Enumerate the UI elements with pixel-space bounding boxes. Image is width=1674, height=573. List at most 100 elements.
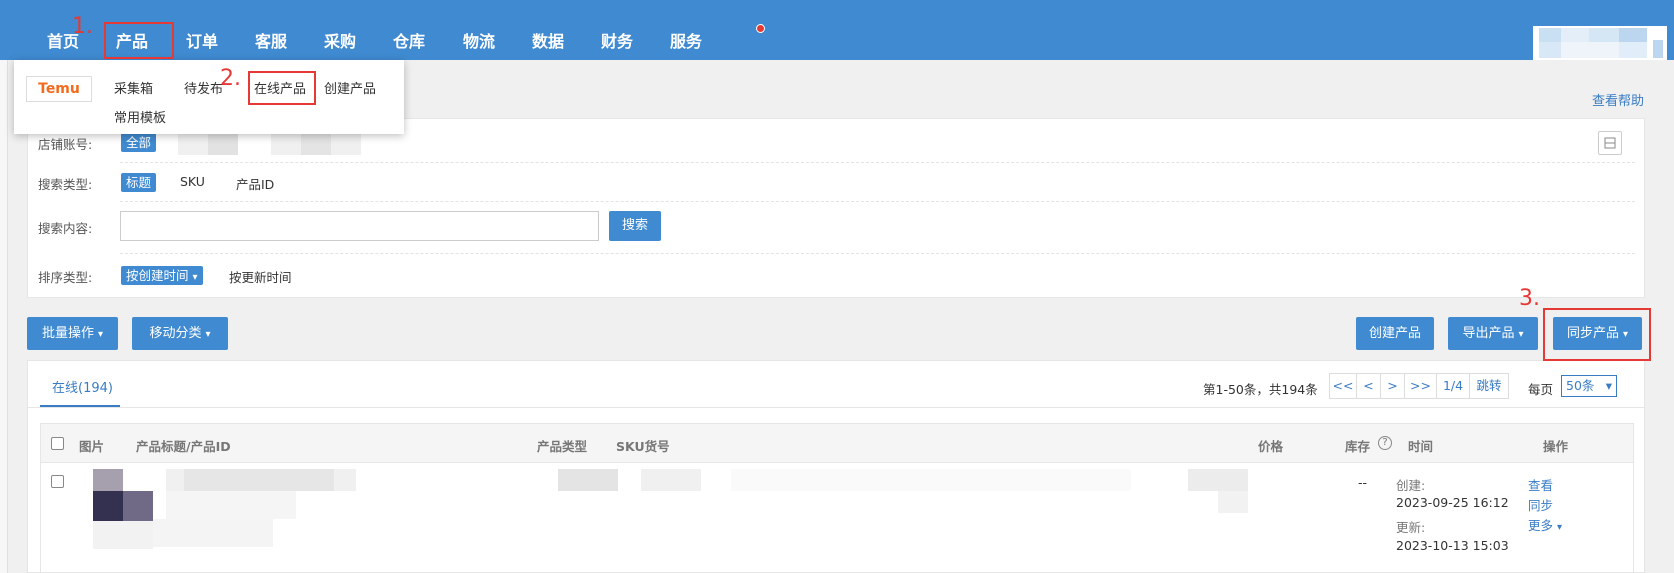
more-link-label: 更多 (1528, 518, 1554, 533)
annotation-box-sync-product (1543, 308, 1651, 361)
annotation-box-product-nav (104, 22, 174, 59)
product-dropdown-menu: Temu 采集箱 待发布 在线产品 创建产品 常用模板 (14, 60, 404, 134)
help-circle-icon[interactable]: ? (1378, 436, 1392, 450)
left-sidebar-edge (0, 60, 8, 573)
nav-item-customer-service[interactable]: 客服 (255, 28, 287, 52)
select-all-checkbox[interactable] (51, 437, 64, 450)
search-button[interactable]: 搜索 (609, 211, 661, 241)
blurred-shop-name (301, 133, 331, 155)
more-link[interactable]: 更多 ▾ (1528, 515, 1562, 534)
menu-item-create-product[interactable]: 创建产品 (324, 78, 376, 97)
pager-jump[interactable]: 跳转 (1469, 373, 1509, 399)
th-type: 产品类型 (537, 439, 588, 454)
nav-item-warehouse[interactable]: 仓库 (393, 28, 425, 52)
search-type-tag-title[interactable]: 标题 (121, 173, 157, 192)
blurred-sku (731, 469, 1131, 491)
avatar-pixel (1653, 40, 1663, 58)
pager-next[interactable]: > (1380, 373, 1405, 399)
shop-account-label: 店铺账号: (38, 137, 93, 152)
avatar-pixel (1539, 28, 1561, 42)
th-time: 时间 (1408, 439, 1434, 454)
created-label: 创建: (1396, 478, 1426, 493)
chevron-down-icon: ▾ (1518, 329, 1524, 340)
shop-tag-all[interactable]: 全部 (121, 133, 157, 152)
chevron-down-icon: ▾ (205, 329, 211, 340)
blurred-product-title (153, 519, 273, 547)
per-page-label: 每页 (1528, 382, 1554, 397)
annotation-1: 1. (72, 14, 93, 39)
sort-tag-label: 按创建时间 (126, 268, 189, 283)
product-image[interactable] (93, 469, 123, 491)
blurred-product-title (166, 491, 296, 519)
notification-dot (756, 24, 765, 33)
table-row: -- 创建: 2023-09-25 16:12 更新: 2023-10-13 1… (40, 463, 1634, 573)
per-page-value: 50条 (1566, 378, 1595, 393)
user-avatar-area[interactable] (1533, 26, 1667, 60)
menu-item-pending-publish[interactable]: 待发布 (184, 78, 223, 97)
chevron-down-icon: ▾ (1557, 522, 1563, 533)
pager-first[interactable]: << (1329, 373, 1357, 399)
nav-item-service[interactable]: 服务 (670, 28, 702, 52)
blurred-product-type (558, 469, 618, 491)
th-ops: 操作 (1543, 439, 1569, 454)
updated-label: 更新: (1396, 520, 1426, 535)
top-nav: 首页 产品 订单 客服 采购 仓库 物流 数据 财务 服务 (0, 0, 1674, 60)
search-type-option-sku[interactable]: SKU (180, 174, 205, 189)
pager-last[interactable]: >> (1404, 373, 1437, 399)
temu-logo: Temu (26, 76, 92, 102)
sync-link[interactable]: 同步 (1528, 495, 1553, 514)
move-category-button[interactable]: 移动分类 ▾ (132, 317, 228, 350)
avatar-pixel (1539, 42, 1561, 58)
annotation-box-online-products (248, 71, 316, 105)
nav-item-purchase[interactable]: 采购 (324, 28, 356, 52)
nav-item-logistics[interactable]: 物流 (463, 28, 495, 52)
view-link[interactable]: 查看 (1528, 475, 1553, 494)
search-type-option-product-id[interactable]: 产品ID (236, 174, 274, 193)
filter-panel: 店铺账号: 全部 搜索类型: 标题 SKU 产品ID 搜索内容: 搜索 排序类型… (27, 118, 1645, 298)
search-input[interactable] (120, 211, 599, 241)
nav-item-data[interactable]: 数据 (532, 28, 564, 52)
per-page-select[interactable]: 50条 ▾ (1561, 375, 1617, 397)
tab-divider (28, 407, 1644, 408)
divider (120, 162, 1635, 163)
blurred-price (1218, 491, 1248, 513)
created-time: 2023-09-25 16:12 (1396, 495, 1509, 510)
th-price: 价格 (1258, 439, 1284, 454)
updated-time: 2023-10-13 15:03 (1396, 538, 1509, 553)
blurred-sku (641, 469, 701, 491)
stock-value: -- (1358, 475, 1368, 490)
divider (120, 201, 1635, 202)
help-link[interactable]: 查看帮助 (1592, 90, 1644, 109)
th-sku: SKU货号 (616, 439, 670, 454)
table-header: 图片 产品标题/产品ID 产品类型 SKU货号 价格 库存 ? 时间 操作 (40, 423, 1634, 463)
menu-item-collect-box[interactable]: 采集箱 (114, 78, 153, 97)
row-checkbox[interactable] (51, 475, 64, 488)
nav-item-order[interactable]: 订单 (186, 28, 218, 52)
tab-online[interactable]: 在线(194) (52, 377, 113, 396)
caret-down-icon: ▾ (192, 272, 198, 283)
nav-item-finance[interactable]: 财务 (601, 28, 633, 52)
pager-prev[interactable]: < (1356, 373, 1381, 399)
batch-operation-label: 批量操作 (41, 326, 94, 341)
avatar-pixel (1561, 28, 1589, 42)
move-category-label: 移动分类 (149, 326, 202, 341)
annotation-3: 3. (1519, 286, 1540, 311)
th-image: 图片 (79, 439, 105, 454)
product-image (93, 521, 153, 549)
create-product-button[interactable]: 创建产品 (1356, 317, 1434, 350)
export-product-label: 导出产品 (1462, 326, 1515, 341)
product-table-card: 在线(194) 第1-50条，共194条 << < > >> 1/4 跳转 每页… (27, 360, 1645, 573)
blurred-product-title (184, 469, 334, 491)
menu-item-common-templates[interactable]: 常用模板 (114, 107, 166, 126)
collapse-icon[interactable] (1598, 131, 1622, 155)
sort-tag-created-time[interactable]: 按创建时间 ▾ (121, 266, 203, 285)
annotation-2: 2. (220, 66, 241, 91)
sort-option-updated-time[interactable]: 按更新时间 (229, 267, 292, 286)
export-product-button[interactable]: 导出产品 ▾ (1448, 317, 1538, 350)
search-content-label: 搜索内容: (38, 221, 93, 236)
sort-type-label: 排序类型: (38, 270, 93, 285)
avatar-pixel (1619, 42, 1647, 58)
avatar-pixel (1619, 28, 1647, 42)
pager-page-indicator: 1/4 (1436, 373, 1470, 399)
batch-operation-button[interactable]: 批量操作 ▾ (27, 317, 118, 350)
